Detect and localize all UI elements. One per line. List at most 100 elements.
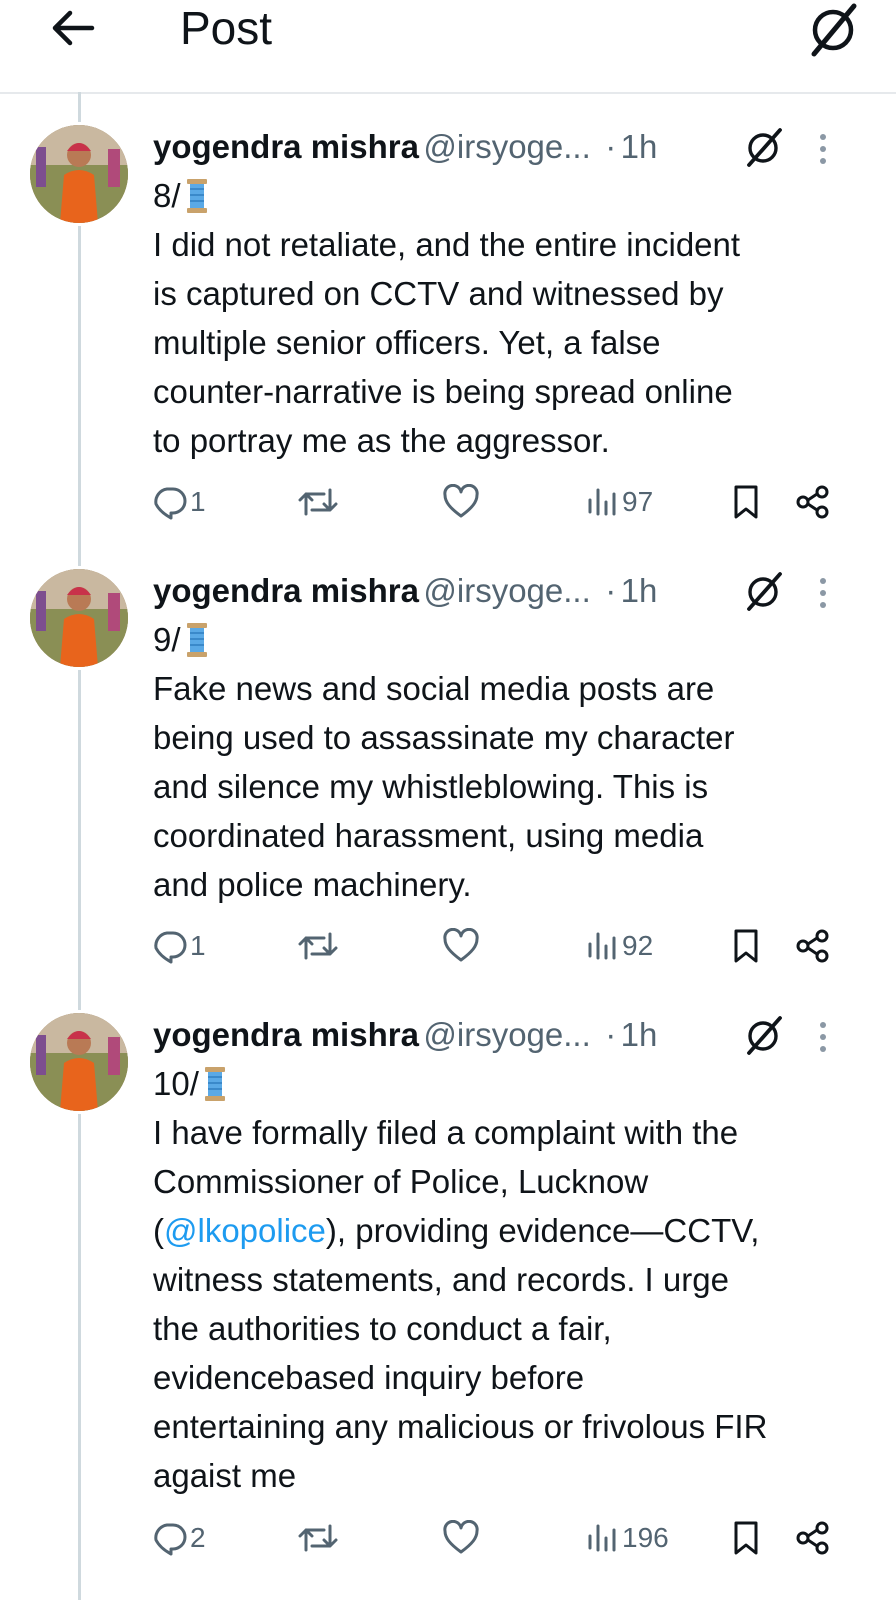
share-button[interactable] [794, 921, 832, 971]
grok-button[interactable] [744, 571, 784, 611]
tweet-line: and silence my whistleblowing. This is [153, 768, 709, 805]
heart-icon [443, 484, 479, 518]
tweet-header: yogendra mishra @irsyoge... · 1h [153, 1013, 657, 1057]
grok-slash-icon [747, 1016, 782, 1055]
views-button[interactable]: 196 [586, 1513, 669, 1563]
author-name[interactable]: yogendra mishra [153, 572, 419, 609]
mention-link[interactable]: @lkopolice [164, 1212, 326, 1249]
arrow-left-icon [52, 10, 95, 46]
bookmark-button[interactable] [730, 1513, 762, 1563]
action-bar: 1 92 [0, 921, 896, 971]
author-name[interactable]: yogendra mishra [153, 1016, 419, 1053]
grok-button[interactable] [744, 1015, 784, 1055]
tweet-line: being used to assassinate my character [153, 719, 735, 756]
tweet-text: 9/ Fake news and social media posts are … [153, 615, 873, 909]
share-button[interactable] [794, 1513, 832, 1563]
reply-button[interactable]: 1 [152, 477, 206, 527]
page-title: Post [180, 2, 273, 54]
tweet-header: yogendra mishra @irsyoge... · 1h [153, 569, 657, 613]
reply-icon [154, 487, 187, 520]
tweet-line: I have formally filed a complaint with t… [153, 1114, 739, 1151]
timestamp[interactable]: 1h [621, 572, 658, 609]
tweet-line: is captured on CCTV and witnessed by [153, 275, 724, 312]
more-options-button[interactable] [808, 1015, 838, 1059]
bookmark-button[interactable] [730, 921, 762, 971]
avatar[interactable] [30, 125, 128, 223]
views-button[interactable]: 97 [586, 477, 653, 527]
timestamp[interactable]: 1h [621, 128, 658, 165]
reply-count: 1 [190, 486, 206, 517]
paren-open: ( [153, 1212, 164, 1249]
tweet-line: witness statements, and records. I urge [153, 1261, 729, 1298]
tweet-number-line: 9/ [153, 615, 873, 664]
view-count: 92 [622, 930, 654, 961]
share-icon [796, 929, 829, 963]
separator: · [605, 572, 617, 609]
heart-icon [443, 1520, 479, 1554]
tweet-line: entertaining any malicious or frivolous … [153, 1408, 768, 1445]
vertical-dots-icon [820, 578, 826, 608]
action-bar: 1 97 [0, 477, 896, 527]
vertical-dots-icon [820, 1022, 826, 1052]
reply-count: 2 [190, 1522, 206, 1553]
tweet-line: to portray me as the aggressor. [153, 422, 610, 459]
share-icon [796, 485, 829, 519]
reply-icon [154, 1523, 187, 1556]
like-button[interactable] [442, 477, 482, 527]
more-options-button[interactable] [808, 127, 838, 171]
bookmark-icon [734, 929, 758, 963]
back-button[interactable] [48, 4, 96, 52]
share-button[interactable] [794, 477, 832, 527]
grok-slash-icon [747, 128, 782, 167]
bookmark-icon [734, 485, 758, 519]
bookmark-icon [734, 1521, 758, 1555]
tweet-line: coordinated harassment, using media [153, 817, 704, 854]
tweet-line: evidencebased inquiry before [153, 1359, 585, 1396]
views-button[interactable]: 92 [586, 921, 653, 971]
tweet-line: agaist me [153, 1457, 297, 1494]
tweet[interactable]: yogendra mishra @irsyoge... · 1h 10/ I h… [0, 1013, 896, 1600]
repost-button[interactable] [298, 1513, 340, 1563]
vertical-dots-icon [820, 134, 826, 164]
author-handle[interactable]: @irsyoge... [423, 128, 590, 165]
author-handle[interactable]: @irsyoge... [423, 572, 590, 609]
avatar[interactable] [30, 1013, 128, 1111]
grok-button[interactable] [744, 127, 784, 167]
tweet-text: 8/ I did not retaliate, and the entire i… [153, 171, 873, 465]
tweet-number-line: 8/ [153, 171, 873, 220]
tweet-number-line: 10/ [153, 1059, 873, 1108]
tweet[interactable]: yogendra mishra @irsyoge... · 1h 9/ Fake… [0, 569, 896, 1009]
line-rest: ), providing evidence—CCTV, [325, 1212, 760, 1249]
tweet-line: Fake news and social media posts are [153, 670, 715, 707]
spool-emoji [186, 623, 207, 657]
like-button[interactable] [442, 921, 482, 971]
view-count: 97 [622, 486, 654, 517]
more-options-button[interactable] [808, 571, 838, 615]
bookmark-button[interactable] [730, 477, 762, 527]
tweet-line: counter-narrative is being spread online [153, 373, 733, 410]
tweet[interactable]: yogendra mishra @irsyoge... · 1h 8/ I di… [0, 125, 896, 565]
tweet-line: multiple senior officers. Yet, a false [153, 324, 661, 361]
like-button[interactable] [442, 1513, 482, 1563]
tweet-number: 8/ [153, 177, 181, 214]
avatar[interactable] [30, 569, 128, 667]
thread-line [78, 92, 81, 122]
reply-icon [154, 931, 187, 964]
tweet-header: yogendra mishra @irsyoge... · 1h [153, 125, 657, 169]
repost-button[interactable] [298, 477, 340, 527]
reply-button[interactable]: 2 [152, 1513, 206, 1563]
tweet-line: Commissioner of Police, Lucknow [153, 1163, 649, 1200]
grok-button[interactable] [806, 2, 862, 58]
repost-icon [298, 488, 338, 516]
tweet-text: 10/ I have formally filed a complaint wi… [153, 1059, 873, 1500]
views-bars-icon [588, 932, 616, 960]
author-name[interactable]: yogendra mishra [153, 128, 419, 165]
author-handle[interactable]: @irsyoge... [423, 1016, 590, 1053]
timestamp[interactable]: 1h [621, 1016, 658, 1053]
reply-button[interactable]: 1 [152, 921, 206, 971]
repost-button[interactable] [298, 921, 340, 971]
views-bars-icon [588, 1524, 616, 1552]
top-bar: Post [0, 0, 896, 94]
spool-emoji [204, 1067, 225, 1101]
tweet-number: 9/ [153, 621, 181, 658]
